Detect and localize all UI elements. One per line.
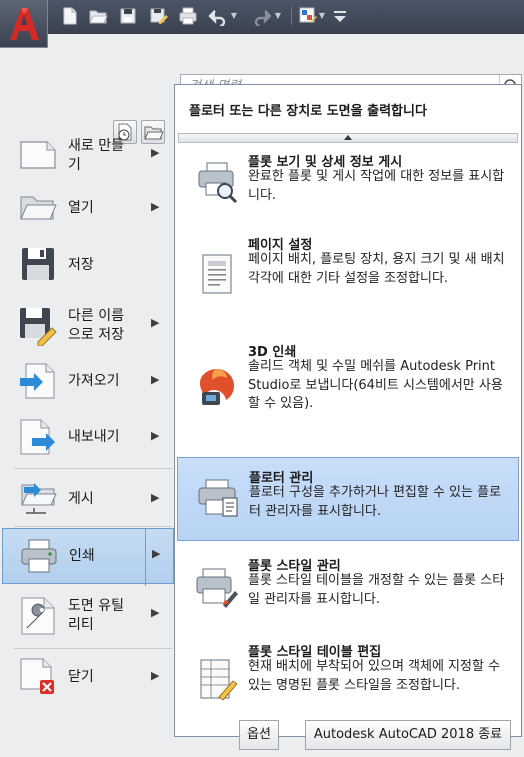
menu-item-print[interactable]: 인쇄 ▶ — [2, 528, 174, 586]
close-document-icon — [18, 656, 58, 696]
submenu-arrow-icon: ▶ — [152, 547, 161, 560]
qat-undo-icon[interactable] — [208, 6, 228, 26]
autocad-logo-icon — [10, 8, 39, 40]
printer-icon — [19, 536, 59, 576]
submenu-item-plot-style-manager[interactable]: 플롯 스타일 관리 플롯 스타일 테이블을 개정할 수 있는 플롯 스타일 관리… — [177, 549, 519, 629]
submenu-item-desc: 페이지 배치, 플로팅 장치, 용지 크기 및 새 배치 각각에 대한 기타 설… — [248, 252, 505, 286]
submenu-item-desc: 현재 배치에 부착되어 있으며 객체에 지정할 수 있는 명명된 플롯 스타일을… — [248, 659, 501, 693]
menu-divider — [14, 468, 172, 469]
export-icon — [18, 417, 58, 457]
application-menu-button[interactable] — [0, 0, 48, 48]
qat-open-icon[interactable] — [88, 6, 108, 26]
qat-workspace-icon[interactable] — [298, 6, 318, 26]
submenu-item-page-setup[interactable]: 페이지 설정 페이지 배치, 플로팅 장치, 용지 크기 및 새 배치 각각에 … — [177, 228, 519, 328]
qat-new-icon[interactable] — [60, 6, 80, 26]
submenu-arrow-icon: ▶ — [151, 606, 160, 619]
scroll-up-button[interactable] — [178, 133, 518, 143]
qat-redo-icon[interactable] — [252, 6, 272, 26]
menu-item-open[interactable]: 열기 ▶ — [2, 186, 174, 230]
page-setup-icon — [195, 252, 239, 296]
scroll-up-icon — [344, 135, 352, 140]
plot-style-table-icon — [195, 657, 239, 701]
workspace-dropdown-icon[interactable]: ▼ — [317, 6, 327, 26]
new-document-icon — [18, 135, 58, 175]
submenu-item-desc: 솔리드 객체 및 수밀 메쉬를 Autodesk Print Studio로 보… — [248, 359, 503, 411]
customize-qat-icon[interactable] — [330, 6, 350, 26]
submenu-arrow-icon: ▶ — [151, 146, 160, 159]
menu-item-close-label: 닫기 — [68, 669, 94, 685]
menu-item-export-label: 내보내기 — [68, 429, 120, 445]
title-bar: ▼ ▼ ▼ — [0, 0, 524, 48]
menu-item-drawing-utilities-label: 도면 유틸 리티 — [68, 598, 124, 633]
qat-save-as-icon[interactable] — [148, 6, 168, 26]
plot-details-icon — [195, 159, 239, 203]
3d-print-icon — [195, 365, 239, 409]
save-icon — [18, 244, 58, 284]
menu-item-save-label: 저장 — [68, 257, 94, 273]
menu-item-close[interactable]: 닫기 ▶ — [2, 652, 174, 702]
options-button[interactable]: 옵션 — [239, 720, 279, 750]
save-as-icon — [18, 306, 58, 346]
publish-icon — [18, 477, 58, 517]
submenu-item-desc: 완료한 플롯 및 게시 작업에 대한 정보를 표시합니다. — [248, 169, 505, 203]
submenu-item-3d-print[interactable]: 3D 인쇄 솔리드 객체 및 수밀 메쉬를 Autodesk Print Stu… — [177, 335, 519, 450]
submenu-item-desc: 플로터 구성을 추가하거나 편집할 수 있는 플로터 관리자를 표시합니다. — [249, 485, 502, 519]
submenu-arrow-icon: ▶ — [151, 316, 160, 329]
menu-divider — [14, 526, 172, 527]
submenu-item-desc: 플롯 스타일 테이블을 개정할 수 있는 플롯 스타일 관리자를 표시합니다. — [248, 573, 505, 607]
submenu-item-plot-style-table[interactable]: 플롯 스타일 테이블 편집 현재 배치에 부착되어 있으며 객체에 지정할 수 … — [177, 635, 519, 733]
exit-autocad-button[interactable]: Autodesk AutoCAD 2018 종료 — [305, 720, 511, 750]
menu-item-save-as-label: 다른 이름 으로 저장 — [68, 308, 124, 343]
open-folder-icon — [18, 188, 58, 228]
submenu-arrow-icon: ▶ — [151, 669, 160, 682]
menu-item-import-label: 가져오기 — [68, 373, 120, 389]
menu-item-open-label: 열기 — [68, 200, 94, 216]
menu-item-export[interactable]: 내보내기 ▶ — [2, 412, 174, 464]
menu-item-save[interactable]: 저장 — [2, 242, 174, 288]
menu-item-save-as[interactable]: 다른 이름 으로 저장 ▶ — [2, 298, 174, 354]
menu-item-import[interactable]: 가져오기 ▶ — [2, 356, 174, 406]
redo-dropdown-icon[interactable]: ▼ — [273, 6, 283, 26]
toolbar-separator — [291, 7, 292, 25]
menu-item-drawing-utilities[interactable]: 도면 유틸 리티 ▶ — [2, 588, 174, 646]
submenu-arrow-icon: ▶ — [151, 491, 160, 504]
menu-item-print-label: 인쇄 — [69, 548, 95, 564]
print-submenu: 플로터 또는 다른 장치로 도면을 출력합니다 플롯 보기 및 상세 정보 게시… — [174, 84, 522, 737]
plotter-manager-icon — [196, 476, 240, 520]
submenu-arrow-icon: ▶ — [151, 373, 160, 386]
menu-divider — [14, 648, 172, 649]
menu-item-publish[interactable]: 게시 ▶ — [2, 474, 174, 524]
plot-style-manager-icon — [195, 565, 239, 609]
submenu-title: 플로터 또는 다른 장치로 도면을 출력합니다 — [189, 104, 427, 119]
menu-item-new[interactable]: 새로 만들 기 ▶ — [2, 128, 174, 184]
import-icon — [18, 361, 58, 401]
application-menu: 새로 만들 기 ▶ 열기 ▶ 저장 다른 이름 으로 저장 ▶ 가져오기 ▶ 내… — [0, 34, 524, 757]
menu-item-publish-label: 게시 — [68, 491, 94, 507]
submenu-arrow-icon: ▶ — [151, 200, 160, 213]
drawing-utilities-icon — [18, 596, 58, 636]
undo-dropdown-icon[interactable]: ▼ — [229, 6, 239, 26]
menu-item-new-label: 새로 만들 기 — [68, 138, 124, 173]
submenu-arrow-icon: ▶ — [151, 429, 160, 442]
submenu-item-plot-details[interactable]: 플롯 보기 및 상세 정보 게시 완료한 플롯 및 게시 작업에 대한 정보를 … — [177, 145, 519, 225]
qat-save-icon[interactable] — [118, 6, 138, 26]
qat-plot-icon[interactable] — [178, 6, 198, 26]
submenu-item-plotter-manager[interactable]: 플로터 관리 플로터 구성을 추가하거나 편집할 수 있는 플로터 관리자를 표… — [177, 457, 519, 541]
